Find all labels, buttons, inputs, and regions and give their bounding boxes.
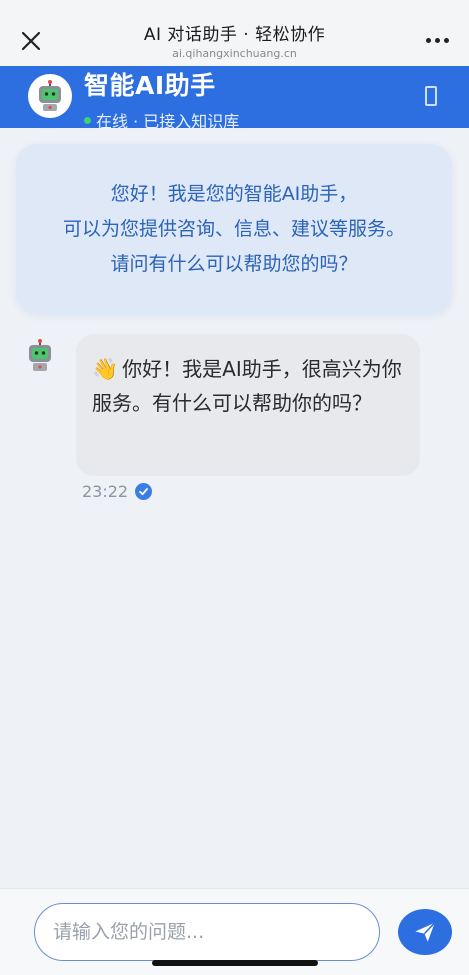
robot-icon	[39, 80, 61, 111]
browser-top-bar: AI 对话助手 · 轻松协作 ai.qihangxinchuang.cn	[0, 0, 469, 66]
browser-title: AI 对话助手 · 轻松协作	[143, 25, 326, 45]
more-icon	[426, 38, 431, 43]
bot-message-text: 你好！我是AI助手，很高兴为你服务。有什么可以帮助你的吗？	[92, 357, 402, 415]
message-input[interactable]	[34, 903, 380, 961]
browser-url: ai.qihangxinchuang.cn	[172, 47, 297, 60]
welcome-line: 可以为您提供咨询、信息、建议等服务。	[62, 217, 405, 240]
app-title: 智能AI助手	[84, 71, 216, 100]
app-status-text: 在线 · 已接入知识库	[96, 112, 240, 131]
browser-title-area: AI 对话助手 · 轻松协作 ai.qihangxinchuang.cn	[0, 20, 469, 60]
online-status-dot	[84, 116, 91, 124]
bot-message-avatar	[24, 338, 56, 374]
welcome-card: 您好！我是您的智能AI助手， 可以为您提供咨询、信息、建议等服务。 请问有什么可…	[16, 144, 452, 314]
bot-message-bubble: 👋 你好！我是AI助手，很高兴为你服务。有什么可以帮助你的吗？	[76, 334, 420, 476]
robot-icon	[29, 339, 51, 371]
phone-icon[interactable]	[425, 86, 437, 106]
check-icon	[135, 483, 153, 500]
send-icon	[415, 922, 436, 942]
assistant-avatar	[28, 74, 72, 118]
more-button[interactable]	[426, 38, 449, 43]
wave-emoji: 👋	[92, 357, 119, 381]
app-status: 在线 · 已接入知识库	[84, 108, 239, 132]
message-meta: 23:22	[82, 482, 153, 501]
home-indicator	[152, 960, 318, 966]
message-time: 23:22	[82, 482, 129, 501]
app-header: 智能AI助手 在线 · 已接入知识库	[0, 66, 469, 131]
send-button[interactable]	[398, 909, 452, 955]
welcome-line: 您好！我是您的智能AI助手，	[110, 182, 358, 205]
welcome-line: 请问有什么可以帮助您的吗？	[110, 252, 358, 275]
